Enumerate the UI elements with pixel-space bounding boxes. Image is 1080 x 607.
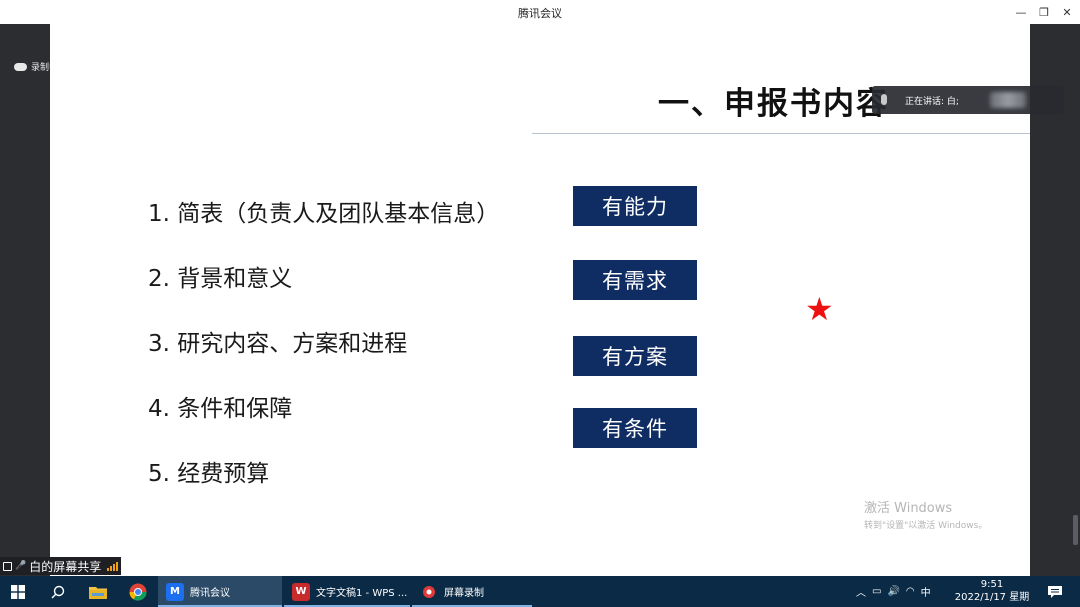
tag-conditions: 有条件	[573, 408, 697, 448]
battery-icon[interactable]: ▭	[872, 586, 881, 597]
notification-icon	[1048, 585, 1062, 598]
screen: 腾讯会议 — ❐ ✕ 录制中 一、申报书内容 1. 简表（负责人及团队基本信息）…	[0, 0, 1080, 607]
cloud-record-icon	[14, 62, 27, 71]
slide-title: 一、申报书内容	[658, 86, 889, 122]
tencent-meeting-icon: M	[166, 582, 184, 601]
volume-icon[interactable]: 🔊	[887, 586, 899, 597]
scrollbar[interactable]	[1073, 515, 1078, 545]
taskbar: M 腾讯会议 W 文字文稿1 - WPS ... 屏幕录制 ︿ ▭ 🔊 ◠ 中 …	[0, 576, 1080, 607]
outline-item: 2. 背景和意义	[148, 266, 293, 292]
signal-strength-icon	[107, 561, 119, 571]
screen-share-icon	[3, 561, 12, 571]
window-title: 腾讯会议	[518, 7, 562, 20]
chrome-button[interactable]	[120, 576, 156, 607]
screen-share-bar[interactable]: 🎤 白的屏幕共享	[0, 557, 121, 575]
outline-item: 5. 经费预算	[148, 461, 270, 487]
ime-indicator[interactable]: 中	[921, 584, 931, 599]
close-button[interactable]: ✕	[1056, 2, 1078, 22]
mic-icon: 🎤	[15, 561, 27, 571]
taskbar-app-tencent-meeting[interactable]: M 腾讯会议	[158, 576, 282, 607]
outline-item: 4. 条件和保障	[148, 396, 293, 422]
outline-item: 1. 简表（负责人及团队基本信息）	[148, 201, 500, 227]
window-titlebar: 腾讯会议 — ❐ ✕	[0, 0, 1080, 24]
speaking-indicator: 正在讲话: 白;	[872, 86, 1064, 114]
clock-time: 9:51	[980, 579, 1004, 590]
restore-button[interactable]: ❐	[1033, 2, 1055, 22]
taskbar-app-label: 腾讯会议	[190, 588, 230, 599]
folder-icon	[89, 586, 107, 599]
tag-plan: 有方案	[573, 336, 697, 376]
activation-hint: 转到"设置"以激活 Windows。	[864, 521, 988, 531]
wps-icon: W	[292, 582, 310, 601]
clock[interactable]: 9:51 2022/1/17 星期一	[950, 578, 1034, 607]
taskbar-app-label: 文字文稿1 - WPS ...	[316, 588, 408, 599]
speaking-label: 正在讲话: 白;	[905, 97, 959, 107]
taskbar-app-wps[interactable]: W 文字文稿1 - WPS ...	[284, 576, 410, 607]
chevron-up-icon[interactable]: ︿	[856, 584, 866, 599]
system-tray: ︿ ▭ 🔊 ◠ 中	[856, 576, 950, 607]
start-button[interactable]	[0, 576, 36, 607]
file-explorer-button[interactable]	[80, 576, 116, 607]
star-icon: ★	[805, 290, 834, 328]
tag-capability: 有能力	[573, 186, 697, 226]
activation-title: 激活 Windows	[864, 501, 953, 516]
screen-record-icon	[420, 583, 438, 601]
outline-item: 3. 研究内容、方案和进程	[148, 331, 408, 357]
screen-share-label: 白的屏幕共享	[29, 559, 102, 574]
network-icon[interactable]: ◠	[906, 586, 915, 597]
taskbar-app-label: 屏幕录制	[444, 588, 484, 599]
microphone-icon	[881, 94, 887, 105]
speaker-avatar	[990, 92, 1026, 108]
windows-logo-icon	[11, 584, 25, 599]
minimize-button[interactable]: —	[1010, 2, 1032, 22]
notification-button[interactable]	[1040, 576, 1070, 607]
clock-date: 2022/1/17 星期一	[954, 592, 1030, 607]
windows-activation-watermark: 激活 Windows 转到"设置"以激活 Windows。	[864, 497, 987, 531]
taskbar-app-screen-record[interactable]: 屏幕录制	[412, 576, 532, 607]
search-icon	[51, 585, 65, 598]
search-button[interactable]	[40, 576, 76, 607]
tag-need: 有需求	[573, 260, 697, 300]
chrome-icon	[129, 583, 147, 601]
slide-title-rule	[532, 133, 1030, 134]
